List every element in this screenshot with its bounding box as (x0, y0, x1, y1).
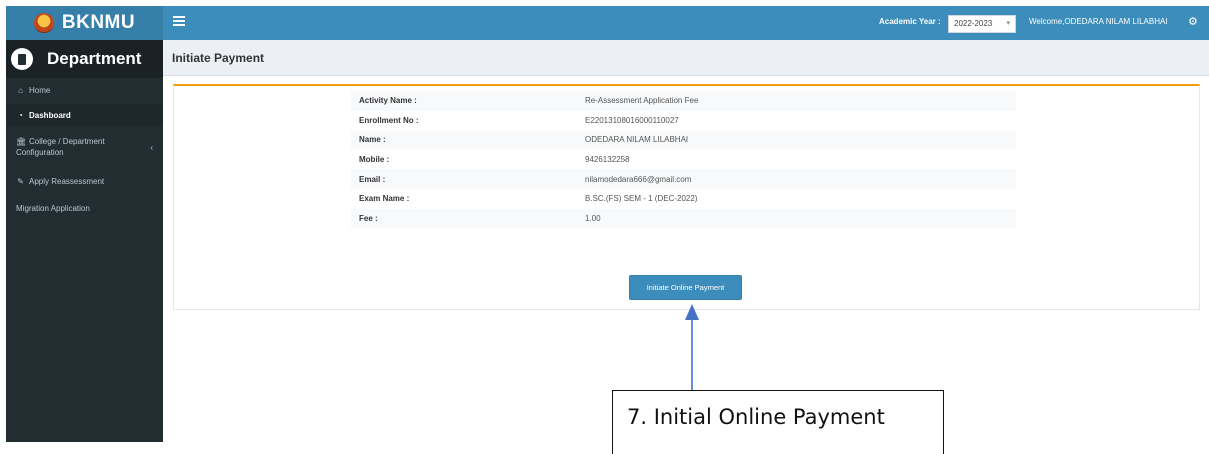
detail-label: Mobile : (359, 155, 390, 165)
sidebar-header: Department (6, 40, 163, 78)
detail-row-activity-name: Activity Name : Re-Assessment Applicatio… (351, 91, 1016, 111)
detail-value: 1.00 (585, 213, 601, 223)
sidebar-item-label-line1: College / Department (29, 137, 105, 146)
detail-value: B.SC.(FS) SEM - 1 (DEC-2022) (585, 194, 698, 204)
academic-year-select[interactable]: 2022-2023 ▾ (948, 15, 1016, 33)
sidebar: Department ⌂ Home ◔ Dashboard 🏛 College … (6, 40, 163, 442)
sidebar-item-label: College / Department Configuration (16, 136, 105, 158)
home-icon: ⌂ (18, 86, 23, 95)
annotation-callout: 7. Initial Online Payment (612, 390, 944, 454)
chevron-down-icon: ▾ (1006, 20, 1010, 27)
sidebar-item-home[interactable]: ⌂ Home (6, 78, 163, 104)
detail-row-exam-name: Exam Name : B.SC.(FS) SEM - 1 (DEC-2022) (351, 189, 1016, 209)
page-title: Initiate Payment (172, 51, 265, 65)
sidebar-item-migration-application[interactable]: Migration Application (6, 198, 163, 222)
screen: BKNMU Academic Year : 2022-2023 ▾ Welcom… (0, 0, 1209, 454)
dashboard-icon: ◔ (18, 111, 23, 120)
detail-value: Re-Assessment Application Fee (585, 96, 699, 106)
bank-icon: 🏛 (16, 137, 27, 146)
detail-row-fee: Fee : 1.00 (351, 208, 1016, 229)
detail-row-mobile: Mobile : 9426132258 (351, 150, 1016, 170)
academic-year-label: Academic Year : (879, 17, 941, 26)
detail-row-email: Email : nilamodedara666@gmail.com (351, 169, 1016, 189)
pencil-icon: ✎ (17, 177, 24, 186)
university-logo-icon (33, 13, 54, 33)
detail-row-name: Name : ODEDARA NILAM LILABHAI (351, 130, 1016, 150)
detail-label: Enrollment No : (359, 115, 419, 125)
chevron-left-icon: ‹ (150, 143, 153, 152)
sidebar-item-label-line2: Configuration (16, 148, 64, 157)
brand-logo-area[interactable]: BKNMU (6, 6, 163, 40)
sidebar-title: Department (47, 49, 142, 68)
content-header: Initiate Payment (163, 40, 1209, 76)
settings-cogs-icon[interactable]: ⚙ (1188, 15, 1198, 28)
brand-name: BKNMU (61, 12, 136, 33)
detail-value: ODEDARA NILAM LILABHAI (585, 135, 689, 145)
detail-row-enrollment-no: Enrollment No : E22013108016000110027 (351, 111, 1016, 131)
detail-label: Name : (359, 135, 386, 145)
sidebar-item-label: Migration Application (16, 204, 90, 213)
sidebar-item-label: Home (29, 86, 51, 95)
building-icon (11, 48, 33, 70)
detail-value: nilamodedara666@gmail.com (585, 174, 692, 184)
detail-label: Activity Name : (359, 96, 417, 106)
welcome-user-link[interactable]: Welcome,ODEDARA NILAM LILABHAI (1029, 17, 1168, 26)
initiate-online-payment-button[interactable]: Initiate Online Payment (629, 275, 742, 300)
sidebar-item-label: Dashboard (29, 111, 71, 120)
detail-label: Exam Name : (359, 194, 410, 204)
sidebar-toggle-icon[interactable] (173, 16, 185, 28)
sidebar-item-label: Apply Reassessment (29, 177, 105, 186)
sidebar-item-college-configuration[interactable]: 🏛 College / Department Configuration ‹ (6, 126, 163, 172)
detail-label: Email : (359, 174, 386, 184)
academic-year-value: 2022-2023 (954, 19, 993, 28)
sidebar-item-dashboard[interactable]: ◔ Dashboard (6, 104, 163, 126)
top-navbar: Academic Year : 2022-2023 ▾ Welcome,ODED… (163, 6, 1209, 40)
detail-value: 9426132258 (585, 155, 630, 165)
sidebar-item-apply-reassessment[interactable]: ✎ Apply Reassessment (6, 172, 163, 198)
detail-value: E22013108016000110027 (585, 115, 679, 125)
detail-label: Fee : (359, 213, 378, 223)
payment-details-table: Activity Name : Re-Assessment Applicatio… (351, 91, 1016, 229)
